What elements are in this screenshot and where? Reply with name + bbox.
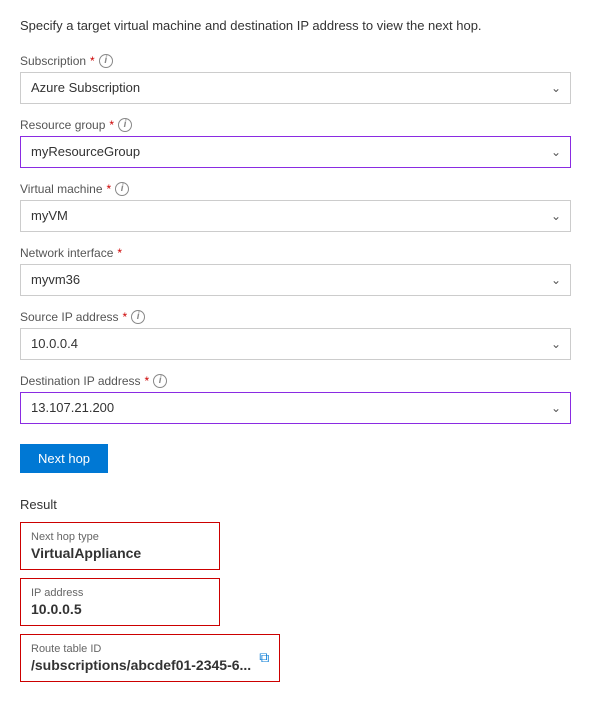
- source-ip-info-icon[interactable]: i: [131, 310, 145, 324]
- result-cards-row: Next hop type VirtualAppliance IP addres…: [20, 522, 571, 690]
- ip-address-card: IP address 10.0.0.5: [20, 578, 220, 626]
- subscription-label: Subscription * i: [20, 54, 571, 68]
- source-ip-select-wrapper: 10.0.0.4 ⌄: [20, 328, 571, 360]
- route-table-id-label: Route table ID: [31, 643, 251, 655]
- ip-address-value: 10.0.0.5: [31, 601, 209, 617]
- destination-ip-info-icon[interactable]: i: [153, 374, 167, 388]
- resource-group-select-wrapper: myResourceGroup ⌄: [20, 136, 571, 168]
- network-interface-label: Network interface *: [20, 246, 571, 260]
- source-ip-select[interactable]: 10.0.0.4: [20, 328, 571, 360]
- source-ip-group: Source IP address * i 10.0.0.4 ⌄: [20, 310, 571, 360]
- resource-group-label: Resource group * i: [20, 118, 571, 132]
- network-interface-group: Network interface * myvm36 ⌄: [20, 246, 571, 296]
- next-hop-type-label: Next hop type: [31, 531, 209, 543]
- route-table-id-value: /subscriptions/abcdef01-2345-6...: [31, 657, 251, 673]
- network-interface-select[interactable]: myvm36: [20, 264, 571, 296]
- resource-group-group: Resource group * i myResourceGroup ⌄: [20, 118, 571, 168]
- virtual-machine-label: Virtual machine * i: [20, 182, 571, 196]
- destination-ip-group: Destination IP address * i 13.107.21.200…: [20, 374, 571, 424]
- subscription-group: Subscription * i Azure Subscription ⌄: [20, 54, 571, 104]
- virtual-machine-select-wrapper: myVM ⌄: [20, 200, 571, 232]
- result-section: Result Next hop type VirtualAppliance IP…: [20, 497, 571, 690]
- subscription-select-wrapper: Azure Subscription ⌄: [20, 72, 571, 104]
- destination-ip-select[interactable]: 13.107.21.200: [20, 392, 571, 424]
- next-hop-type-card: Next hop type VirtualAppliance: [20, 522, 220, 570]
- resource-group-select[interactable]: myResourceGroup: [20, 136, 571, 168]
- subscription-info-icon[interactable]: i: [99, 54, 113, 68]
- virtual-machine-select[interactable]: myVM: [20, 200, 571, 232]
- destination-ip-label: Destination IP address * i: [20, 374, 571, 388]
- resource-group-info-icon[interactable]: i: [118, 118, 132, 132]
- network-interface-select-wrapper: myvm36 ⌄: [20, 264, 571, 296]
- result-title: Result: [20, 497, 571, 512]
- next-hop-button[interactable]: Next hop: [20, 444, 108, 473]
- next-hop-type-value: VirtualAppliance: [31, 545, 209, 561]
- subscription-select[interactable]: Azure Subscription: [20, 72, 571, 104]
- description: Specify a target virtual machine and des…: [20, 16, 571, 36]
- source-ip-label: Source IP address * i: [20, 310, 571, 324]
- virtual-machine-group: Virtual machine * i myVM ⌄: [20, 182, 571, 232]
- virtual-machine-info-icon[interactable]: i: [115, 182, 129, 196]
- ip-address-label: IP address: [31, 587, 209, 599]
- destination-ip-select-wrapper: 13.107.21.200 ⌄: [20, 392, 571, 424]
